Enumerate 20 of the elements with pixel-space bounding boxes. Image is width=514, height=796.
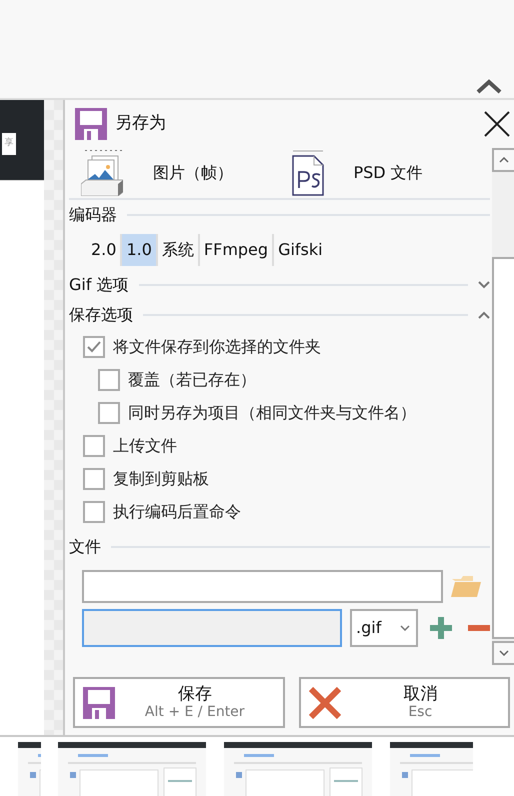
encoder-tab[interactable]: FFmpeg: [200, 234, 274, 266]
section-header: 编码器: [69, 204, 117, 226]
file-type-label[interactable]: PSD 文件: [354, 161, 423, 185]
extension-dropdown[interactable]: .gif: [350, 609, 418, 647]
section-header: 文件: [69, 536, 101, 558]
encoder-tab[interactable]: 系统: [158, 234, 200, 266]
section-header: 保存选项: [69, 304, 133, 326]
checkbox-label: 同时另存为项目（相同文件夹与文件名）: [128, 402, 416, 424]
encoder-tab[interactable]: Gifski: [274, 234, 327, 266]
checkbox-label: 将文件保存到你选择的文件夹: [113, 336, 321, 358]
section-header: Gif 选项: [69, 274, 129, 296]
cancel-button[interactable]: 取消 Esc: [298, 677, 510, 728]
checkbox-label: 覆盖（若已存在）: [128, 368, 256, 390]
checkbox-label: 执行编码后置命令: [113, 500, 241, 522]
checkbox-label: 复制到剪贴板: [113, 468, 209, 490]
encoder-tab[interactable]: 1.0: [122, 234, 158, 266]
dialog-title: 另存为: [115, 112, 167, 136]
checkbox-label: 上传文件: [113, 434, 177, 456]
save-button[interactable]: 保存 Alt + E / Enter: [73, 677, 284, 728]
file-type-label[interactable]: 图片（帧）: [153, 161, 233, 185]
